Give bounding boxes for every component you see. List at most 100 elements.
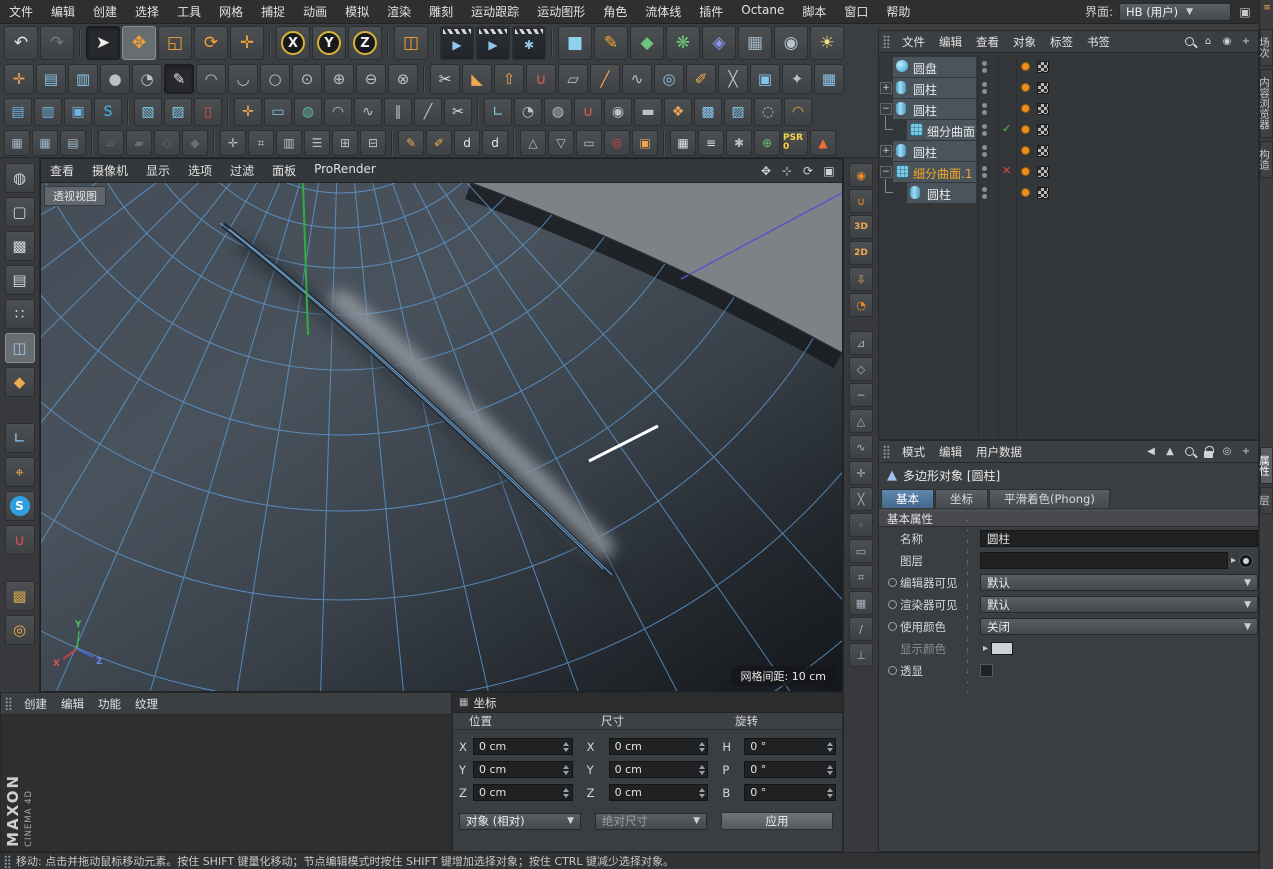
psr-icon[interactable]: PSR 0 [782,130,808,156]
step-up-icon[interactable] [826,764,833,769]
rotation-p-input[interactable]: 0 ° [744,761,836,778]
workplane-lock-icon[interactable]: ▩ [4,581,35,611]
history-back-icon[interactable]: ◀ [1144,445,1158,459]
spline-arc-icon[interactable]: ◠ [196,64,226,94]
annotation-icon[interactable]: ▥ [34,98,62,126]
modeling-settings-icon[interactable]: ✛ [4,64,34,94]
grid-cube-icon[interactable]: ▦ [4,130,30,156]
timeline-icon[interactable]: ◔ [132,64,162,94]
columns-icon[interactable]: ▥ [276,130,302,156]
sketch-icon[interactable]: ╱ [414,98,442,126]
omni-tool-icon[interactable]: ✛ [230,26,264,60]
attribute-manager-menu-item-1[interactable]: 模式 [895,441,932,463]
enabled-check-icon[interactable]: ✓ [1002,122,1011,135]
spline-union-icon[interactable]: ⊕ [324,64,354,94]
spline-circle-icon[interactable]: ○ [260,64,290,94]
editor-visibility-dot[interactable] [982,61,987,66]
texture-tag-icon[interactable] [1037,124,1049,136]
phong-tag-icon[interactable] [1021,62,1030,71]
position-z-input[interactable]: 0 cm [472,784,573,801]
table-icon[interactable]: ▦ [670,130,696,156]
edge-mode-icon[interactable]: ◫ [4,333,35,363]
object-row-6[interactable]: − 细分曲面.1 ✕ [879,162,1258,182]
stepper-arrows[interactable] [562,741,572,752]
snap-toggle-icon[interactable]: ∪ [849,189,873,213]
make-editable-icon[interactable]: ◍ [4,163,35,193]
object-row-7[interactable]: 圆柱 [879,179,1258,203]
spline-pen-icon[interactable]: ✎ [594,26,628,60]
palette-icon[interactable]: ❖ [664,98,692,126]
midpoint-snap-icon[interactable]: ◦ [849,513,873,537]
main-menu-item-19[interactable]: 窗口 [835,0,877,24]
collapse-icon[interactable]: − [880,103,892,115]
size-y-input[interactable]: 0 cm [608,761,709,778]
pin-icon[interactable]: ◎ [1220,445,1234,459]
snap-3d-icon[interactable]: 3D [849,215,873,239]
home-icon[interactable]: ⌂ [1201,35,1215,49]
lock-y-axis-icon[interactable]: Y [312,26,346,60]
keyframe-dot-icon[interactable] [888,666,897,675]
phong-tag-icon[interactable] [1021,125,1030,134]
texture-mode-icon[interactable]: ▩ [4,231,35,261]
symmetry-icon[interactable]: ▥ [68,64,98,94]
globe-icon[interactable]: ◍ [544,98,572,126]
optimize-icon[interactable]: ✦ [782,64,812,94]
viewport-menu-item-2[interactable]: 摄像机 [83,158,137,183]
pan-icon[interactable]: ✥ [757,162,775,180]
point-mode-icon[interactable]: ∷ [4,299,35,329]
mograph-icon[interactable]: ❋ [666,26,700,60]
texture-tag-icon[interactable] [1037,103,1049,115]
knife-icon[interactable]: ✂ [430,64,460,94]
main-menu-item-6[interactable]: 网格 [210,0,252,24]
snap-auto-icon[interactable]: ⇩ [849,267,873,291]
step-down-icon[interactable] [826,793,833,798]
tab-coordinates[interactable]: 坐标 [935,489,988,508]
step-up-icon[interactable] [563,764,570,769]
guide-snap-icon[interactable]: ∕ [849,617,873,641]
expand-icon[interactable]: + [880,82,892,94]
perpendicular-snap-icon[interactable]: ⊥ [849,643,873,667]
grid-line-snap-icon[interactable]: ▦ [849,591,873,615]
material-manager-menu-item-1[interactable]: 创建 [17,693,54,715]
section-header-basic[interactable]: 基本属性 [879,510,1258,527]
step-down-icon[interactable] [826,747,833,752]
workplane-mode-icon[interactable]: ▤ [4,265,35,295]
orange-frame-icon[interactable]: ▣ [632,130,658,156]
stepper-arrows[interactable] [697,764,707,775]
object-manager-menu-item-4[interactable]: 对象 [1006,31,1043,53]
select-rect-icon[interactable]: ▭ [576,130,602,156]
dock-tab-bottom-2[interactable]: 层 [1258,487,1273,514]
generator-icon[interactable]: ◆ [630,26,664,60]
stepper-arrows[interactable] [825,741,835,752]
sculpt-brush-icon[interactable]: ◉ [849,163,873,187]
toggle-layout-icon[interactable]: ▣ [820,162,838,180]
object-row-1[interactable]: 圆盘 [879,57,1258,77]
main-menu-item-14[interactable]: 角色 [594,0,636,24]
enable-axis-icon[interactable]: ∟ [4,423,35,453]
gear-icon[interactable]: ✱ [726,130,752,156]
render-visibility-dot[interactable] [982,152,987,157]
lock-icon[interactable] [1201,445,1215,459]
lock-x-axis-icon[interactable]: X [276,26,310,60]
visibility-dots[interactable] [982,60,987,74]
xray-checkbox[interactable] [980,664,993,677]
main-menu-item-15[interactable]: 流体线 [636,0,690,24]
add-green-icon[interactable]: ⊕ [754,130,780,156]
viewport-3d-view[interactable]: X Y Z 透视视图 网格间距: 10 cm [41,183,842,691]
array-icon[interactable]: ▤ [36,64,66,94]
ring-icon[interactable]: ◎ [4,615,35,645]
object-manager-menu-item-5[interactable]: 标签 [1043,31,1080,53]
coordinate-system-icon[interactable]: ◫ [394,26,428,60]
layout-lock-icon[interactable]: ▣ [1237,4,1253,20]
extrude-icon[interactable]: ⇧ [494,64,524,94]
object-row-3[interactable]: − 圆柱 [879,99,1258,119]
object-label[interactable]: 圆柱 [927,186,951,203]
main-menu-item-8[interactable]: 动画 [294,0,336,24]
step-down-icon[interactable] [698,770,705,775]
crosshair-icon[interactable]: ✛ [220,130,246,156]
merge-icon[interactable]: ⊞ [332,130,358,156]
step-down-icon[interactable] [563,747,570,752]
edge-snap-icon[interactable]: ─ [849,383,873,407]
rail-icon[interactable]: ∥ [384,98,412,126]
spline-subtract-icon[interactable]: ⊖ [356,64,386,94]
